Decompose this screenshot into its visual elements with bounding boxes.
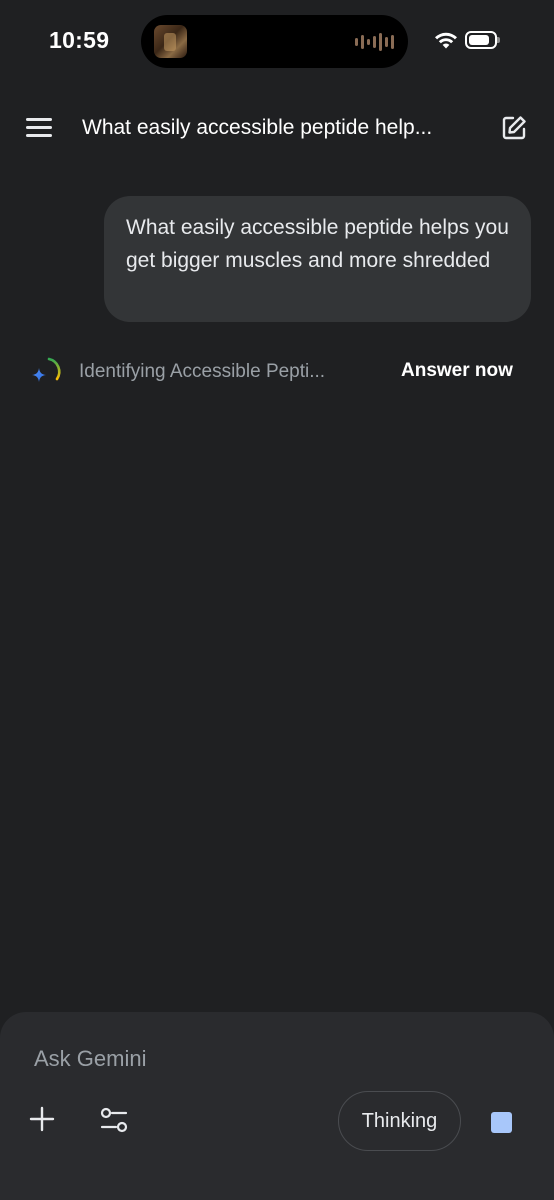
answer-now-button[interactable]: Answer now [401, 360, 513, 382]
tools-icon[interactable] [99, 1105, 129, 1135]
composer-panel: Ask Gemini Thinking [0, 1012, 554, 1200]
stop-button[interactable] [482, 1103, 520, 1141]
dynamic-island[interactable] [141, 15, 408, 68]
app-header: What easily accessible peptide help... [0, 100, 554, 156]
user-message-bubble: What easily accessible peptide helps you… [104, 196, 531, 322]
menu-icon[interactable] [26, 118, 52, 138]
conversation-title: What easily accessible peptide help... [82, 116, 433, 139]
plus-icon[interactable] [28, 1105, 56, 1133]
thinking-mode-button[interactable]: Thinking [338, 1091, 461, 1151]
ask-gemini-input[interactable]: Ask Gemini [34, 1046, 146, 1072]
stop-icon [490, 1111, 512, 1133]
status-time: 10:59 [49, 27, 110, 53]
wifi-icon [435, 32, 457, 49]
gemini-spark-icon [32, 357, 61, 382]
thinking-status-text: Identifying Accessible Pepti... [79, 361, 326, 382]
battery-icon [465, 31, 500, 49]
audio-waveform-icon [355, 32, 394, 52]
now-playing-artwork [154, 25, 187, 58]
status-bar: 10:59 [0, 0, 554, 84]
edit-icon[interactable] [500, 114, 528, 142]
thinking-status-row: Identifying Accessible Pepti... Answer n… [0, 350, 554, 394]
